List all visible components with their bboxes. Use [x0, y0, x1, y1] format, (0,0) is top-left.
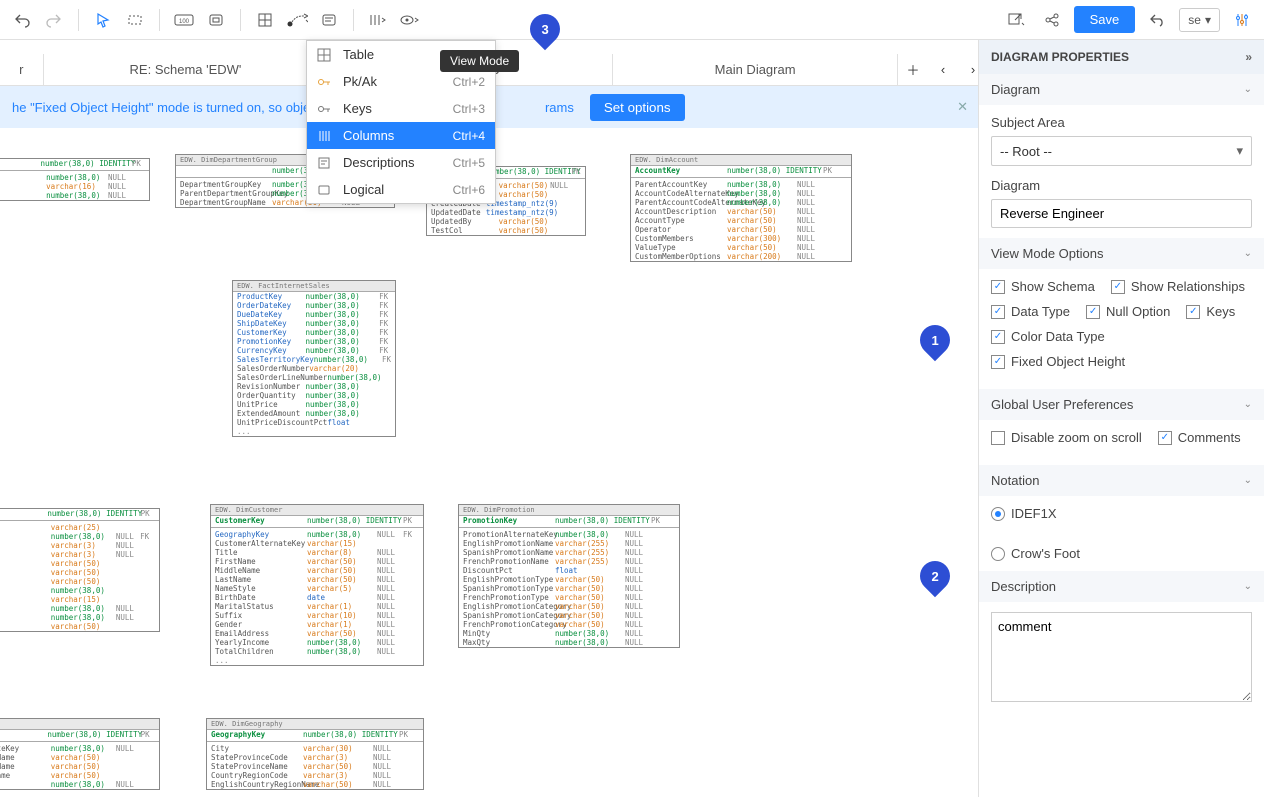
- menu-logical[interactable]: LogicalCtrl+6: [307, 176, 495, 203]
- menu-pkak[interactable]: Pk/AkCtrl+2: [307, 68, 495, 95]
- subject-area-label: Subject Area: [991, 115, 1252, 130]
- chk-show-schema[interactable]: ✓Show Schema: [991, 279, 1095, 294]
- description-icon: [317, 156, 335, 170]
- chk-keys[interactable]: ✓Keys: [1186, 304, 1235, 319]
- close-icon[interactable]: ✕: [949, 99, 976, 115]
- chk-fixed-h[interactable]: ✓Fixed Object Height: [991, 354, 1125, 369]
- set-options-button[interactable]: Set options: [590, 94, 685, 121]
- redo-icon[interactable]: [40, 6, 68, 34]
- viewmode-tooltip: View Mode: [440, 50, 519, 72]
- diagram-name-input[interactable]: [991, 199, 1252, 228]
- relationship-icon[interactable]: [283, 6, 311, 34]
- table-icon: [317, 48, 335, 62]
- subject-area-select[interactable]: -- Root --▾: [991, 136, 1252, 166]
- diagram-canvas[interactable]: number(38,0) IDENTITYPKnumber(38,0)NULLh…: [0, 128, 988, 797]
- diagram-label: Diagram: [991, 178, 1252, 193]
- key-icon: [317, 75, 335, 89]
- entity-dimAccount[interactable]: EDW. DimAccountAccountKeynumber(38,0) ID…: [630, 154, 852, 262]
- section-viewmode[interactable]: View Mode Options⌄: [979, 238, 1264, 269]
- entity-dimPromotion[interactable]: EDW. DimPromotionPromotionKeynumber(38,0…: [458, 504, 680, 648]
- chk-show-rel[interactable]: ✓Show Relationships: [1111, 279, 1245, 294]
- viewmode-icon[interactable]: [396, 6, 424, 34]
- menu-keys[interactable]: KeysCtrl+3: [307, 95, 495, 122]
- se-dropdown[interactable]: se▾: [1179, 8, 1220, 32]
- zoom-100-icon[interactable]: 100: [170, 6, 198, 34]
- radio-idef[interactable]: IDEF1X: [991, 506, 1252, 521]
- entity-factInternetSales[interactable]: EDW. FactInternetSalesProductKeynumber(3…: [232, 280, 396, 437]
- section-diagram[interactable]: Diagram⌄: [979, 74, 1264, 105]
- settings-icon[interactable]: [1228, 6, 1256, 34]
- marquee-icon[interactable]: [121, 6, 149, 34]
- align-icon[interactable]: [364, 6, 392, 34]
- panel-title: DIAGRAM PROPERTIES»: [979, 40, 1264, 74]
- logical-icon: [317, 183, 335, 197]
- table-icon[interactable]: [251, 6, 279, 34]
- entity-table[interactable]: number(38,0) IDENTITYPKnumber(38,0)NULLh…: [0, 158, 150, 201]
- info-text: he "Fixed Object Height" mode is turned …: [12, 100, 345, 115]
- pointer-icon[interactable]: [89, 6, 117, 34]
- menu-descriptions[interactable]: DescriptionsCtrl+5: [307, 149, 495, 176]
- chk-comments[interactable]: ✓Comments: [1158, 430, 1241, 445]
- tab-prev[interactable]: ‹: [928, 54, 958, 85]
- share-icon[interactable]: [1038, 6, 1066, 34]
- section-notation[interactable]: Notation⌄: [979, 465, 1264, 496]
- key-icon: [317, 102, 335, 116]
- toolbar: 100 Save se▾: [0, 0, 1264, 40]
- note-icon[interactable]: [315, 6, 343, 34]
- properties-panel: DIAGRAM PROPERTIES» Diagram⌄ Subject Are…: [978, 40, 1264, 797]
- chk-color-dt[interactable]: ✓Color Data Type: [991, 329, 1105, 344]
- columns-icon: [317, 129, 335, 143]
- info-link[interactable]: rams: [545, 100, 574, 115]
- description-textarea[interactable]: [991, 612, 1252, 702]
- tab-3[interactable]: Main Diagram: [613, 54, 898, 85]
- undo-icon[interactable]: [8, 6, 36, 34]
- tab-1[interactable]: RE: Schema 'EDW': [44, 54, 329, 85]
- tab-add[interactable]: ＋: [898, 54, 928, 85]
- export-icon[interactable]: [1002, 6, 1030, 34]
- entity-dimCustomer[interactable]: EDW. DimCustomerCustomerKeynumber(38,0) …: [210, 504, 424, 666]
- fit-icon[interactable]: [202, 6, 230, 34]
- svg-text:100: 100: [179, 19, 190, 25]
- section-description[interactable]: Description⌄: [979, 571, 1264, 602]
- save-button[interactable]: Save: [1074, 6, 1136, 33]
- reply-icon[interactable]: [1143, 6, 1171, 34]
- entity-category[interactable]: ategorynumber(38,0) IDENTITYPKAlternateK…: [0, 718, 160, 790]
- chk-zoom[interactable]: Disable zoom on scroll: [991, 430, 1142, 445]
- collapse-icon[interactable]: »: [1245, 50, 1252, 64]
- radio-crow[interactable]: Crow's Foot: [991, 546, 1252, 561]
- entity-dimGeography[interactable]: EDW. DimGeographyGeographyKeynumber(38,0…: [206, 718, 424, 790]
- entity-left[interactable]: number(38,0) IDENTITYPKateKeyvarchar(25)…: [0, 508, 160, 632]
- tab-0[interactable]: r: [0, 54, 44, 85]
- chk-null-opt[interactable]: ✓Null Option: [1086, 304, 1170, 319]
- section-gup[interactable]: Global User Preferences⌄: [979, 389, 1264, 420]
- chk-data-type[interactable]: ✓Data Type: [991, 304, 1070, 319]
- menu-columns[interactable]: ColumnsCtrl+4: [307, 122, 495, 149]
